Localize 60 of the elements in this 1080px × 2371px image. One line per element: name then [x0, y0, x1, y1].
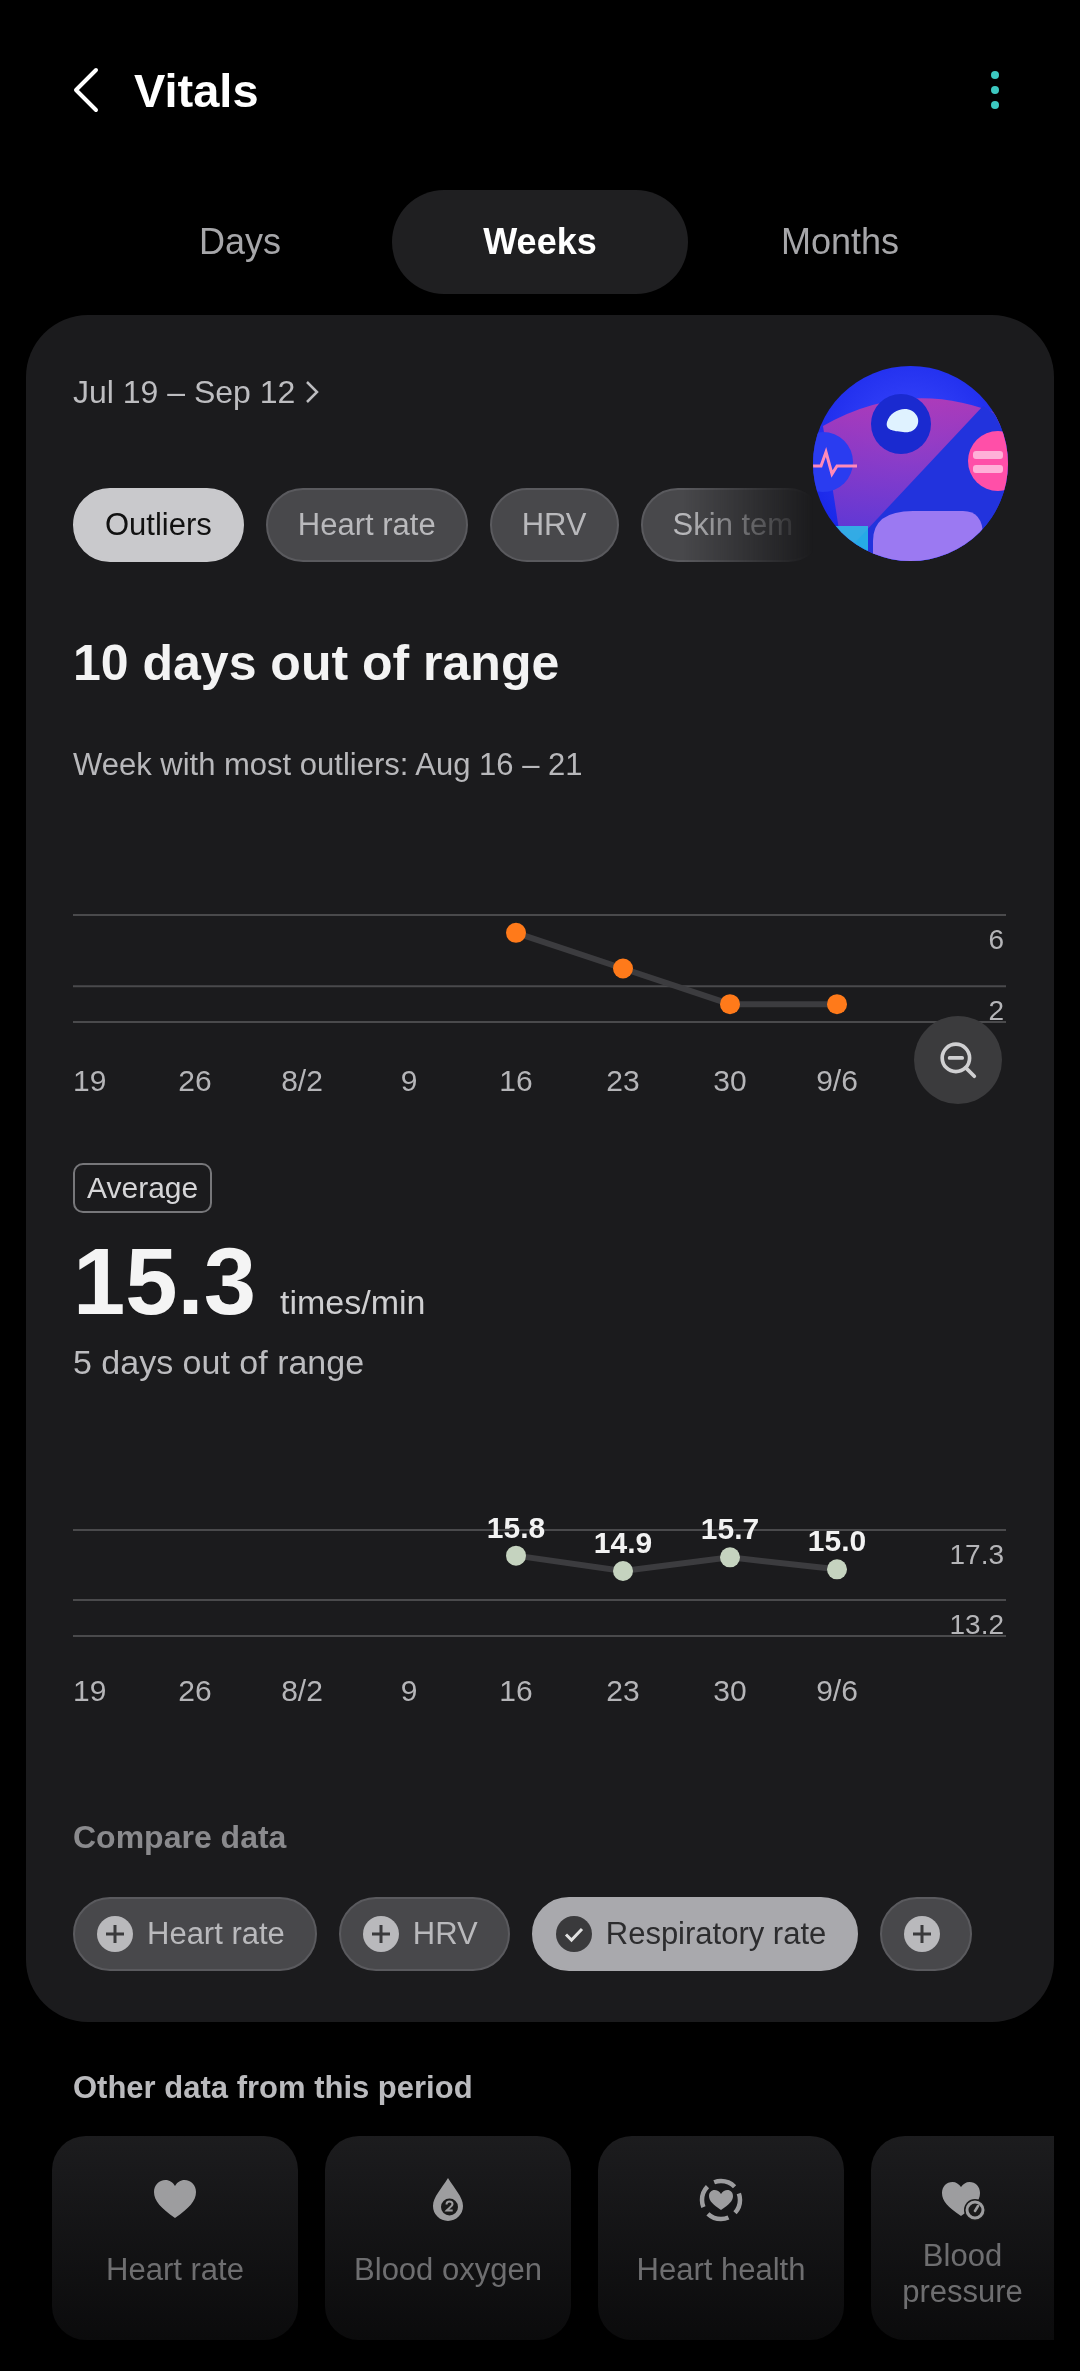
- axis-label: 23: [606, 1064, 640, 1097]
- data-tile[interactable]: Blood pressure: [871, 2136, 1054, 2340]
- data-label: 15.7: [700, 1512, 760, 1546]
- data-tile[interactable]: Blood oxygen: [325, 2136, 571, 2340]
- period-tab[interactable]: Days: [92, 190, 388, 294]
- range-note: 5 days out of range: [73, 1342, 366, 1383]
- check-icon: [555, 1916, 592, 1952]
- summary-subtitle: Week with most outliers: Aug 16 – 21: [73, 746, 584, 784]
- data-label: 15.0: [807, 1524, 867, 1558]
- tile-label: Blood pressure: [901, 2238, 1024, 2310]
- more-icon: [990, 70, 1000, 110]
- data-tile[interactable]: Heart health: [598, 2136, 844, 2340]
- axis-label: 26: [178, 1064, 212, 1097]
- axis-label: 8/2: [281, 1674, 323, 1707]
- filter-chip[interactable]: Heart rate: [265, 488, 468, 562]
- axis-label: 9: [400, 1064, 418, 1097]
- zoom-out-icon: [938, 1040, 978, 1080]
- axis-label: 30: [713, 1064, 747, 1097]
- data-tile[interactable]: Heart rate: [52, 2136, 298, 2340]
- axis-label: 17.3: [949, 1539, 1004, 1570]
- axis-label: 9/6: [816, 1674, 858, 1707]
- filter-chip[interactable]: Outliers: [73, 488, 244, 562]
- compare-chip[interactable]: HRV: [338, 1897, 510, 1971]
- chevron-right-icon: [305, 380, 320, 404]
- axis-label: 6: [988, 924, 1004, 955]
- period-tab[interactable]: Months: [692, 190, 988, 294]
- compare-chip[interactable]: Respiratory rate: [531, 1897, 859, 1971]
- axis-label: 19: [73, 1674, 107, 1707]
- axis-label: 8/2: [281, 1064, 323, 1097]
- plus-icon: [362, 1916, 399, 1952]
- axis-label: 26: [178, 1674, 212, 1707]
- axis-label: 2: [988, 995, 1004, 1027]
- summary-title: 10 days out of range: [73, 634, 561, 693]
- axis-label: 30: [713, 1674, 747, 1707]
- axis-label: 13.2: [949, 1609, 1004, 1641]
- heart-ring-icon: [697, 2176, 745, 2224]
- tile-label: Heart health: [635, 2252, 807, 2288]
- axis-label: 16: [499, 1674, 533, 1707]
- period-tab[interactable]: Weeks: [392, 190, 688, 294]
- average-tag: Average: [73, 1163, 213, 1213]
- filter-chip[interactable]: HRV: [489, 488, 619, 562]
- axis-label: 9/6: [816, 1064, 858, 1097]
- tile-label: Blood oxygen: [353, 2252, 543, 2288]
- section-title: Compare data: [73, 1818, 288, 1857]
- data-label: 14.9: [593, 1526, 653, 1560]
- average-value: 15.3: [73, 1228, 256, 1336]
- section-title: Other data from this period: [73, 2069, 474, 2107]
- plus-icon: [97, 1916, 133, 1952]
- screen-title: Vitals: [134, 62, 260, 118]
- data-label: 15.8: [486, 1510, 546, 1544]
- tile-label: Heart rate: [105, 2252, 245, 2288]
- more-button[interactable]: [990, 70, 1000, 110]
- axis-label: 16: [499, 1064, 533, 1097]
- axis-label: 9: [400, 1674, 418, 1707]
- date-range-button[interactable]: Jul 19 – Sep 12: [73, 372, 320, 412]
- axis-label: 23: [606, 1674, 640, 1707]
- unit-label: times/min: [279, 1283, 426, 1322]
- axis-label: 19: [73, 1064, 107, 1097]
- plus-icon: [904, 1916, 941, 1952]
- compare-chip[interactable]: Heart rate: [73, 1897, 317, 1971]
